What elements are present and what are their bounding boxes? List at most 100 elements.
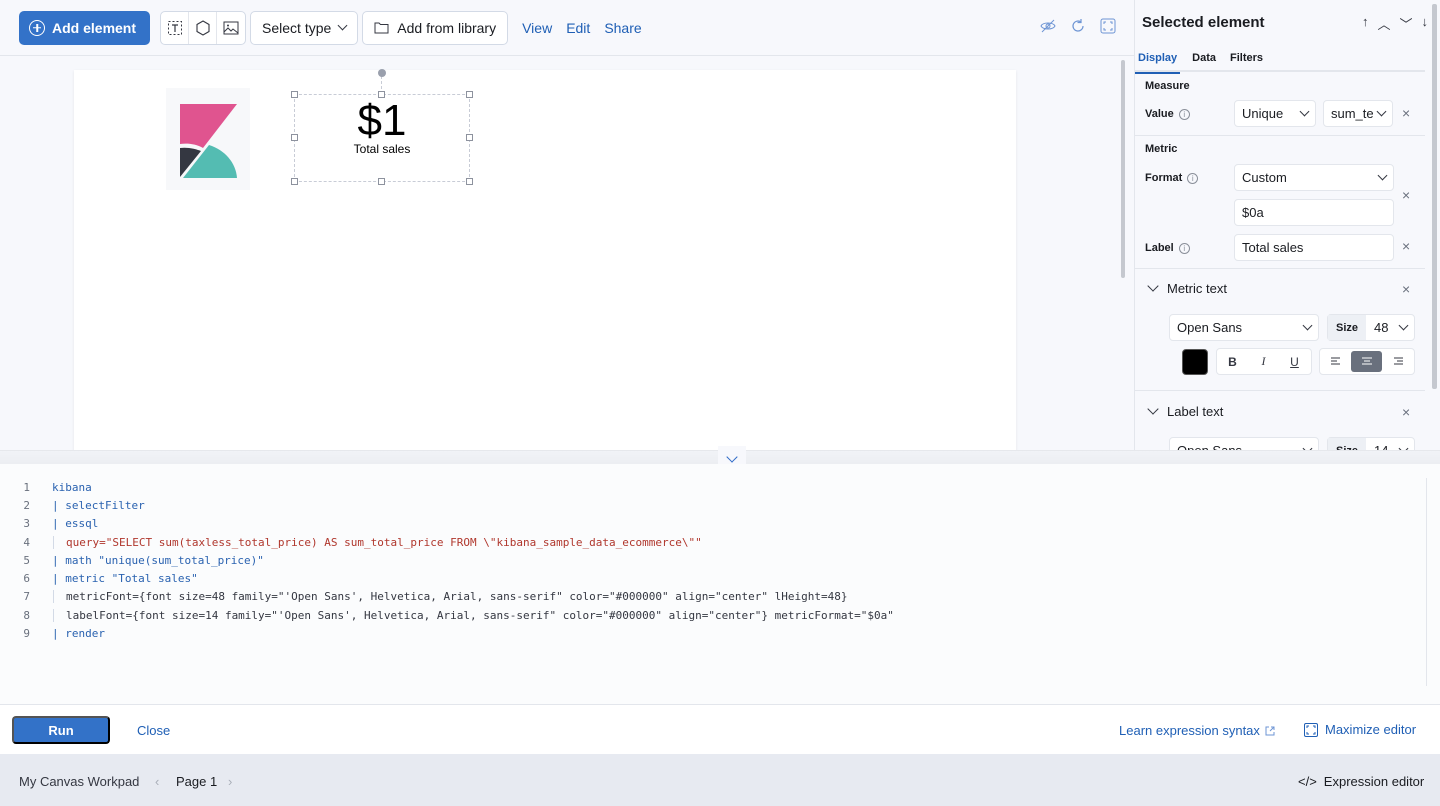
tab-display[interactable]: Display (1135, 44, 1181, 74)
bring-to-front-icon[interactable]: ↑ (1362, 14, 1369, 33)
clear-label-icon[interactable]: × (1402, 238, 1410, 254)
info-icon[interactable]: i (1178, 108, 1190, 120)
metric-title: Metric (1145, 143, 1178, 155)
value-label: Value i (1145, 108, 1190, 120)
canvas-app: Add element Select type Add from library… (0, 0, 1440, 806)
remove-metric-text-icon[interactable]: × (1402, 281, 1410, 297)
line-number: 2 (23, 498, 30, 512)
resize-handle-se[interactable] (466, 178, 473, 185)
underline-button[interactable]: U (1279, 349, 1310, 374)
align-right-icon[interactable] (1382, 349, 1413, 374)
remove-label-text-icon[interactable]: × (1402, 404, 1410, 420)
size-prefix: Size (1328, 315, 1367, 340)
refresh-icon[interactable] (1070, 18, 1086, 34)
tab-data[interactable]: Data (1192, 44, 1216, 72)
resize-handle-sw[interactable] (291, 178, 298, 185)
value-function-select[interactable]: Unique (1234, 100, 1316, 127)
plus-circle-icon (29, 19, 45, 36)
line-number: 6 (23, 572, 30, 586)
metric-align-group (1319, 348, 1415, 375)
share-menu[interactable]: Share (604, 20, 641, 36)
format-select[interactable]: Custom (1234, 164, 1394, 191)
shape-icon[interactable] (189, 11, 218, 44)
add-from-library-label: Add from library (397, 19, 497, 36)
format-label-text: Format (1145, 172, 1183, 184)
add-element-label: Add element (52, 19, 137, 36)
rotate-handle[interactable] (378, 69, 386, 77)
folder-icon (374, 22, 389, 34)
align-left-icon[interactable] (1320, 349, 1351, 374)
add-element-button[interactable]: Add element (19, 10, 151, 45)
code-line: 6 | metric "Total sales" (0, 569, 894, 587)
maximize-editor-link[interactable]: Maximize editor (1304, 722, 1416, 737)
metric-font-select[interactable]: Open Sans (1169, 314, 1319, 341)
resize-handle-s[interactable] (378, 178, 385, 185)
send-backward-icon[interactable]: ﹀ (1399, 14, 1412, 33)
info-icon[interactable]: i (1178, 242, 1190, 254)
send-to-back-icon[interactable]: ↓ (1422, 14, 1429, 33)
code-text: | metric "Total sales" (52, 572, 198, 586)
next-page-icon[interactable]: › (228, 774, 232, 789)
value-field-text: sum_tе (1331, 106, 1374, 121)
run-button[interactable]: Run (12, 716, 110, 744)
canvas-scrollbar[interactable] (1121, 60, 1125, 278)
chevron-down-icon (1377, 170, 1388, 181)
code-line: 3 | essql (0, 515, 894, 533)
label-text-title: Label text (1167, 404, 1224, 419)
panel-scrollbar[interactable] (1432, 4, 1437, 389)
metric-size-select[interactable]: Size 48 (1327, 314, 1415, 341)
maximize-icon (1304, 722, 1318, 737)
chevron-down-icon (1376, 106, 1387, 117)
view-menu[interactable]: View (522, 20, 552, 36)
resize-handle-n[interactable] (378, 91, 385, 98)
chevron-down-icon (1299, 106, 1310, 117)
code-text: kibana (52, 480, 92, 494)
metric-element[interactable]: $1 Total sales (294, 94, 470, 182)
close-editor-link[interactable]: Close (137, 723, 170, 738)
resize-handle-w[interactable] (291, 134, 298, 141)
add-from-library-button[interactable]: Add from library (362, 10, 509, 45)
value-field-select[interactable]: sum_tе (1323, 100, 1393, 127)
workpad-page[interactable]: $1 Total sales (74, 69, 1016, 452)
code-line: 1 kibana (0, 478, 894, 496)
info-icon[interactable]: i (1187, 172, 1199, 184)
learn-syntax-link[interactable]: Learn expression syntax (1119, 723, 1275, 738)
fullscreen-icon[interactable] (1100, 18, 1116, 34)
kibana-logo-element[interactable] (166, 88, 250, 190)
tab-filters[interactable]: Filters (1230, 44, 1263, 72)
clear-value-icon[interactable]: × (1402, 105, 1410, 121)
metric-text-toggle[interactable]: Metric text (1147, 280, 1227, 296)
clear-format-icon[interactable]: × (1402, 187, 1410, 203)
bold-button[interactable]: B (1217, 349, 1248, 374)
resize-handle-nw[interactable] (291, 91, 298, 98)
editor-scrollbar[interactable] (1426, 478, 1428, 686)
page-label[interactable]: Page 1 (176, 774, 217, 789)
chevron-down-icon (1147, 403, 1159, 415)
previous-page-icon[interactable]: ‹ (155, 774, 159, 789)
select-type-dropdown[interactable]: Select type (250, 10, 359, 45)
format-pattern-input[interactable]: $0a (1234, 199, 1394, 226)
text-icon[interactable] (161, 11, 190, 44)
edit-menu[interactable]: Edit (566, 20, 590, 36)
italic-button[interactable]: I (1248, 349, 1279, 374)
label-label-text: Label (1145, 242, 1174, 254)
expression-editor[interactable]: 1 kibana 2 | selectFilter 3 | essql 4 query=… (0, 464, 1440, 704)
bring-forward-icon[interactable]: ︿ (1377, 14, 1390, 33)
code-text: | selectFilter (52, 498, 145, 512)
quick-add-group (160, 10, 247, 45)
label-text-toggle[interactable]: Label text (1147, 403, 1224, 419)
label-input[interactable]: Total sales (1234, 234, 1394, 261)
resize-handle-e[interactable] (466, 134, 473, 141)
panel-title: Selected element (1142, 14, 1265, 31)
align-center-icon[interactable] (1351, 351, 1382, 372)
resize-handle-ne[interactable] (466, 91, 473, 98)
measure-title: Measure (1145, 80, 1190, 92)
code-area[interactable]: 1 kibana 2 | selectFilter 3 | essql 4 query=… (0, 478, 894, 643)
image-icon[interactable] (217, 12, 245, 44)
metric-section: Metric Format i Custom $0a × Label i Tot… (1135, 136, 1425, 269)
expression-editor-button[interactable]: </> Expression editor (1298, 774, 1424, 789)
code-line: 7 metricFont={font size=48 family="'Open … (0, 588, 894, 606)
metric-color-swatch[interactable] (1182, 349, 1208, 375)
editor-footer: Run Close Learn expression syntax Maximi… (0, 704, 1440, 754)
eye-closed-icon[interactable] (1040, 18, 1056, 34)
